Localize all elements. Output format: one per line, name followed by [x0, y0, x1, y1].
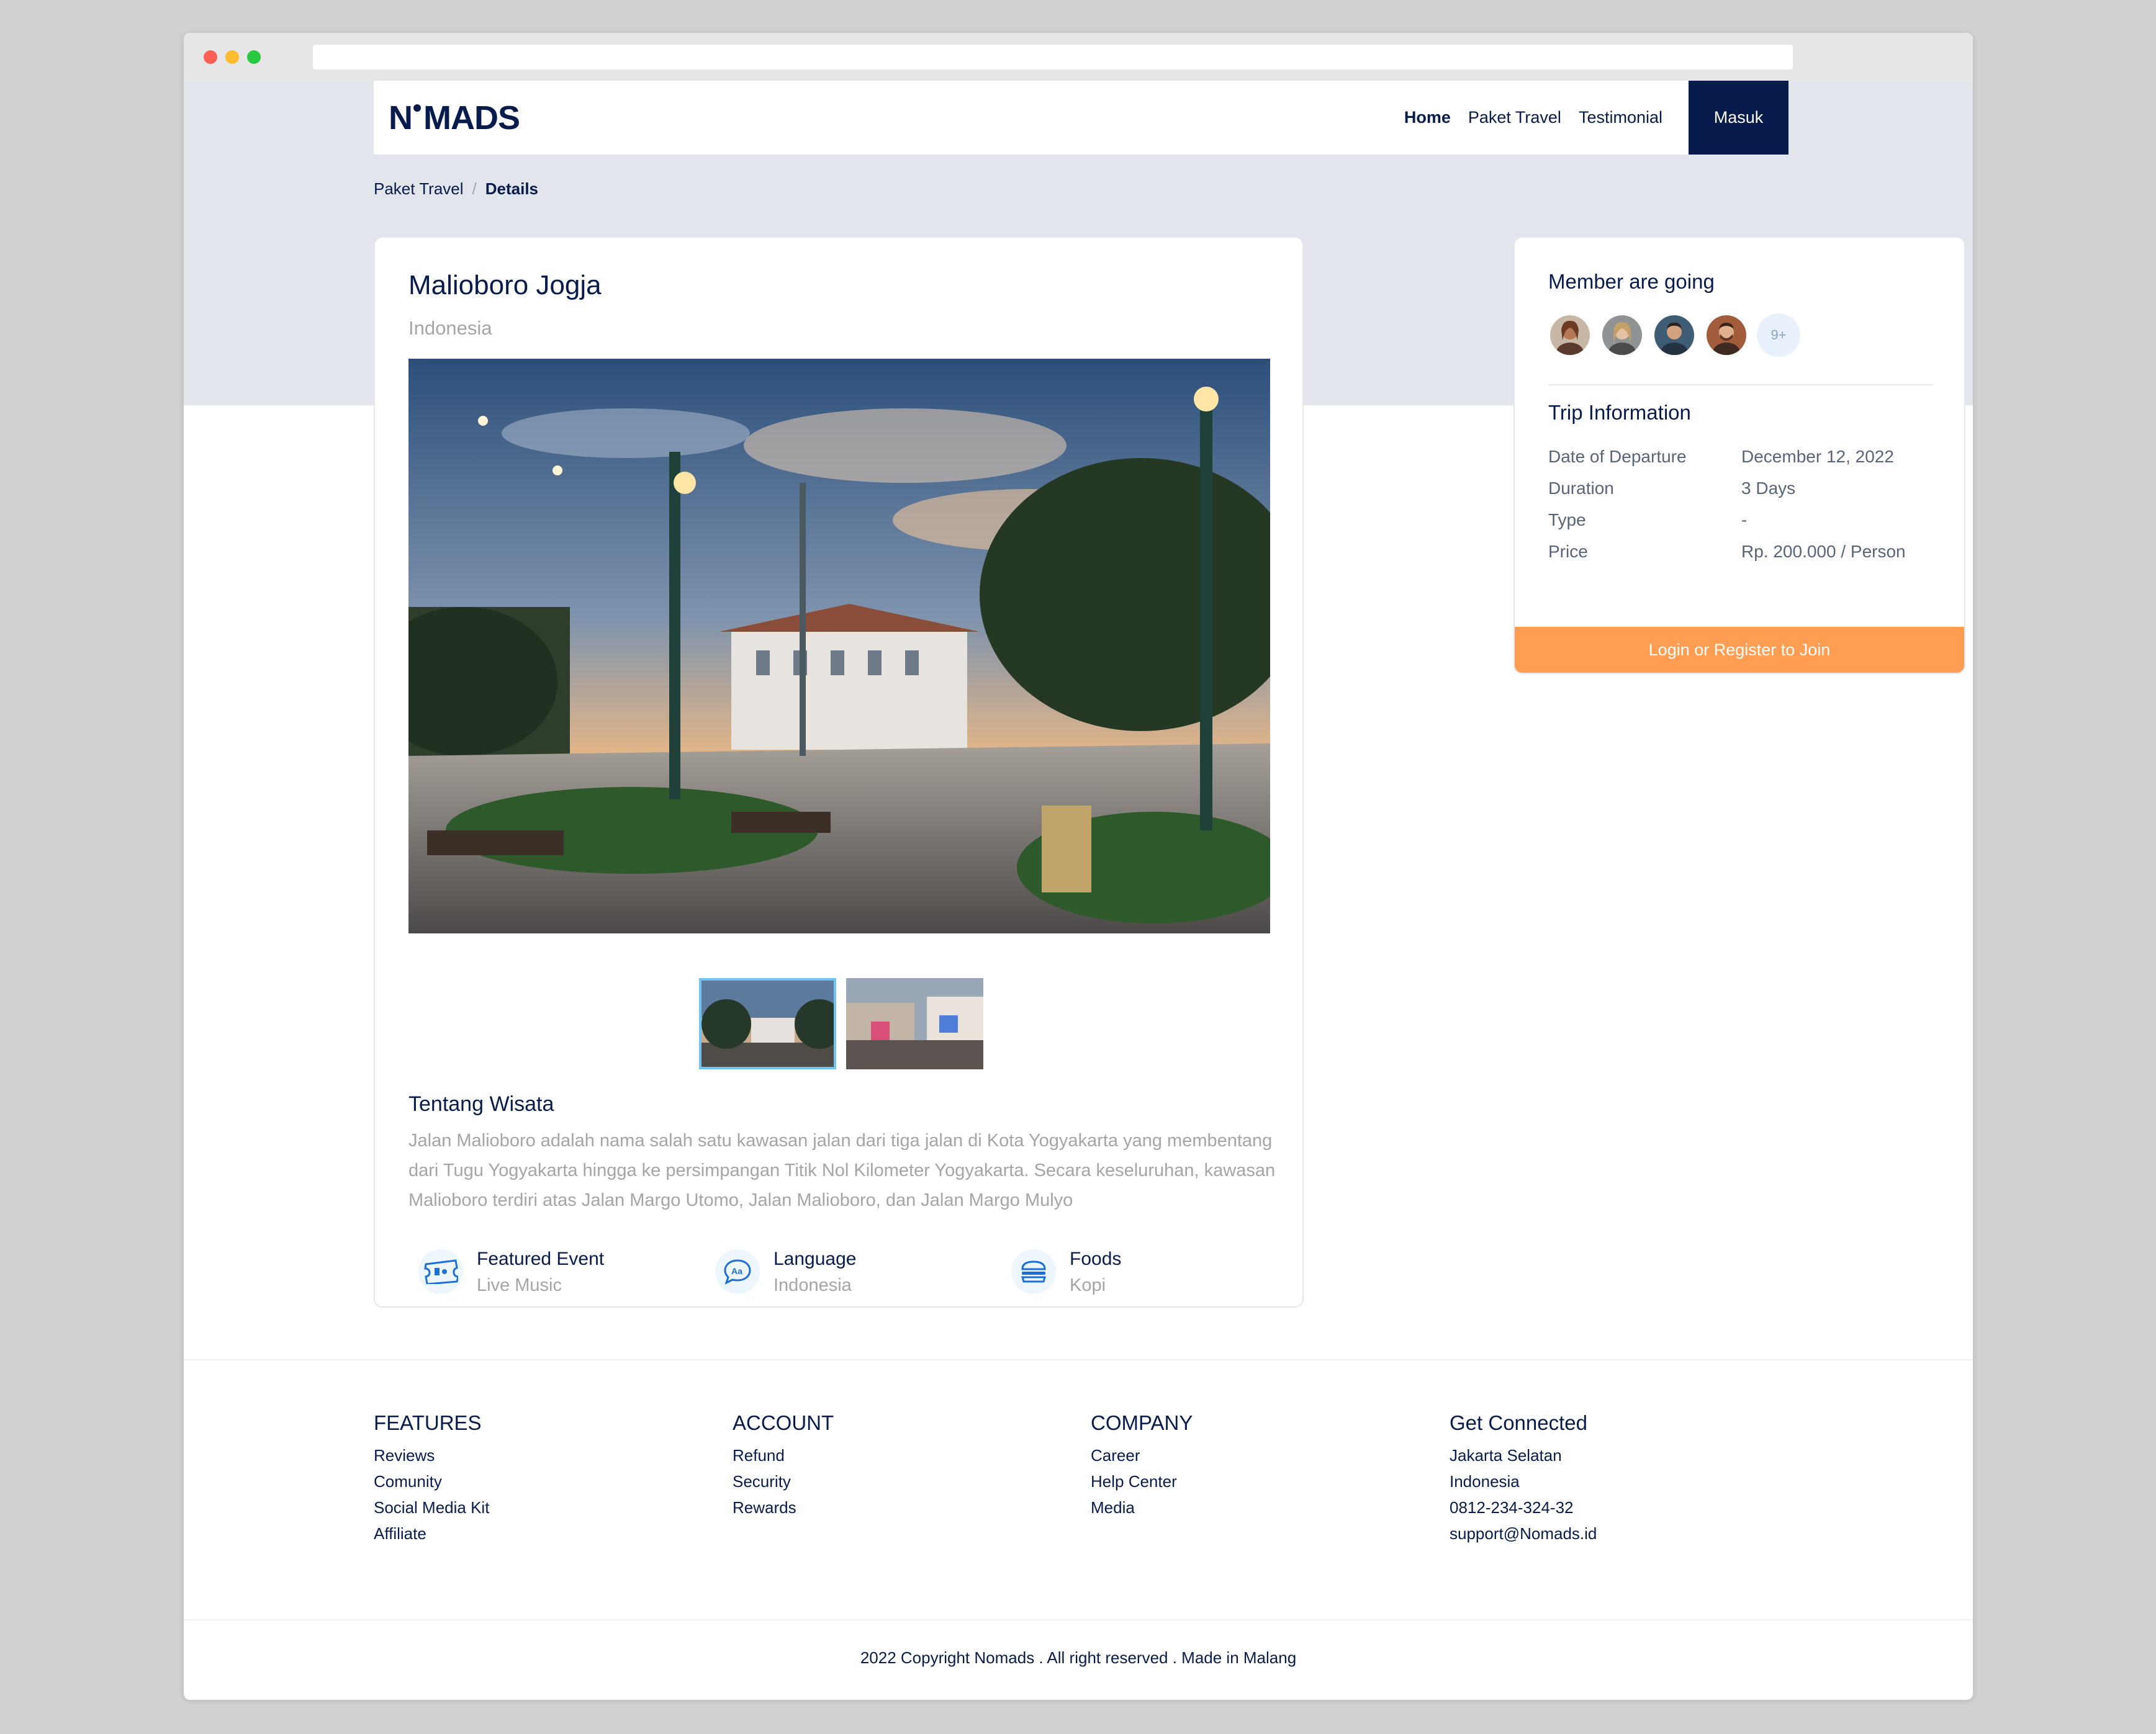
footer-col-account: ACCOUNT Refund Security Rewards	[733, 1411, 834, 1521]
breadcrumb: Paket Travel / Details	[374, 179, 538, 199]
footer-col-title: Get Connected	[1450, 1411, 1587, 1434]
footer-contact: Indonesia	[1450, 1472, 1520, 1491]
copyright-text: 2022 Copyright Nomads . All right reserv…	[860, 1648, 1297, 1667]
footer-link[interactable]: Career	[1091, 1442, 1193, 1468]
footer-col-title: FEATURES	[374, 1411, 482, 1434]
thumbnail-1[interactable]	[699, 978, 836, 1069]
thumbnail-2[interactable]	[846, 978, 983, 1069]
trip-title: Malioboro Jogja	[408, 270, 602, 300]
footer-col-features: FEATURES Reviews Comunity Social Media K…	[374, 1411, 489, 1547]
footer-link[interactable]: Media	[1091, 1494, 1193, 1521]
footer-divider	[184, 1359, 1973, 1360]
join-button[interactable]: Login or Register to Join	[1515, 627, 1964, 673]
trip-label: Type	[1548, 510, 1586, 529]
footer-link[interactable]: Social Media Kit	[374, 1494, 489, 1521]
about-title: Tentang Wisata	[408, 1092, 554, 1116]
footer-col-title: ACCOUNT	[733, 1411, 834, 1434]
trip-row-price: Price Rp. 200.000 / Person	[1548, 536, 1906, 567]
trip-value: Rp. 200.000 / Person	[1741, 542, 1906, 561]
footer-col-title: COMPANY	[1091, 1411, 1193, 1434]
minimize-window-dot[interactable]	[225, 50, 239, 64]
browser-window: N MADS Home Paket Travel Testimonial Mas…	[184, 33, 1973, 1700]
footer-link[interactable]: Help Center	[1091, 1468, 1193, 1494]
footer-link[interactable]: Affiliate	[374, 1521, 489, 1547]
avatar[interactable]	[1600, 313, 1644, 357]
feature-value: Kopi	[1070, 1275, 1106, 1295]
trip-info-title: Trip Information	[1548, 401, 1691, 424]
trip-value: 3 Days	[1741, 478, 1796, 498]
feature-title: Foods	[1070, 1249, 1122, 1269]
trip-row-departure: Date of Departure December 12, 2022	[1548, 441, 1906, 472]
trip-label: Date of Departure	[1548, 447, 1687, 466]
about-text: Jalan Malioboro adalah nama salah satu k…	[408, 1131, 1276, 1210]
trip-label: Duration	[1548, 478, 1614, 498]
avatar[interactable]	[1548, 313, 1592, 357]
avatar[interactable]	[1653, 313, 1696, 357]
avatar[interactable]	[1705, 313, 1748, 357]
trip-country: Indonesia	[408, 317, 492, 339]
feature-value: Live Music	[477, 1275, 562, 1295]
feature-language: Aa Language Indonesia	[715, 1247, 856, 1299]
member-avatars: 9+	[1548, 313, 1800, 357]
feature-title: Featured Event	[477, 1249, 605, 1269]
footer-contact[interactable]: support@Nomads.id	[1450, 1521, 1597, 1547]
svg-text:Aa: Aa	[731, 1266, 742, 1276]
trip-value: -	[1741, 510, 1748, 529]
chat-language-icon: Aa	[715, 1249, 760, 1294]
close-window-dot[interactable]	[204, 50, 217, 64]
address-bar[interactable]	[313, 45, 1793, 70]
main-photo	[408, 359, 1270, 933]
footer-link[interactable]: Reviews	[374, 1442, 489, 1468]
more-members-badge[interactable]: 9+	[1757, 313, 1800, 357]
trip-row-type: Type -	[1548, 504, 1906, 536]
footer-col-company: COMPANY Career Help Center Media	[1091, 1411, 1193, 1521]
trip-info-card: Member are going 9+ Trip Information Dat…	[1513, 236, 1965, 674]
feature-featured-event: Featured Event Live Music	[418, 1247, 604, 1299]
nav-link-home[interactable]: Home	[1404, 108, 1451, 127]
nav-links: Home Paket Travel Testimonial	[1404, 81, 1662, 155]
login-button[interactable]: Masuk	[1689, 81, 1788, 155]
footer-contact[interactable]: 0812-234-324-32	[1450, 1494, 1597, 1521]
feature-foods: Foods Kopi	[1011, 1247, 1121, 1299]
trip-info-list: Date of Departure December 12, 2022 Dura…	[1548, 441, 1906, 567]
footer-col-get-connected: Get Connected Jakarta Selatan Indonesia …	[1450, 1411, 1597, 1547]
breadcrumb-separator: /	[472, 179, 477, 198]
burger-icon	[1011, 1249, 1056, 1294]
footer-bottom-divider	[184, 1619, 1973, 1620]
feature-value: Indonesia	[774, 1275, 852, 1295]
maximize-window-dot[interactable]	[247, 50, 261, 64]
footer-link[interactable]: Comunity	[374, 1468, 489, 1494]
trip-row-duration: Duration 3 Days	[1548, 472, 1906, 504]
members-title: Member are going	[1548, 270, 1715, 293]
footer-link[interactable]: Rewards	[733, 1494, 834, 1521]
navbar: N MADS Home Paket Travel Testimonial Mas…	[374, 81, 1788, 155]
breadcrumb-parent[interactable]: Paket Travel	[374, 179, 464, 199]
browser-chrome	[184, 33, 1973, 81]
trip-detail-card: Malioboro Jogja Indonesia Tentang Wisata…	[374, 236, 1304, 1308]
svg-text:MADS: MADS	[423, 99, 520, 135]
feature-title: Language	[774, 1249, 857, 1269]
trip-label: Price	[1548, 542, 1588, 561]
ticket-icon	[418, 1249, 463, 1294]
footer-contact: Jakarta Selatan	[1450, 1446, 1562, 1465]
footer-link[interactable]: Security	[733, 1468, 834, 1494]
footer-link[interactable]: Refund	[733, 1442, 834, 1468]
nav-link-paket-travel[interactable]: Paket Travel	[1468, 108, 1561, 127]
brand-logo[interactable]: N MADS	[389, 98, 531, 135]
trip-value: December 12, 2022	[1741, 447, 1894, 466]
breadcrumb-current: Details	[485, 179, 539, 198]
svg-text:N: N	[389, 99, 412, 135]
divider	[1548, 384, 1933, 385]
nav-link-testimonial[interactable]: Testimonial	[1579, 108, 1662, 127]
